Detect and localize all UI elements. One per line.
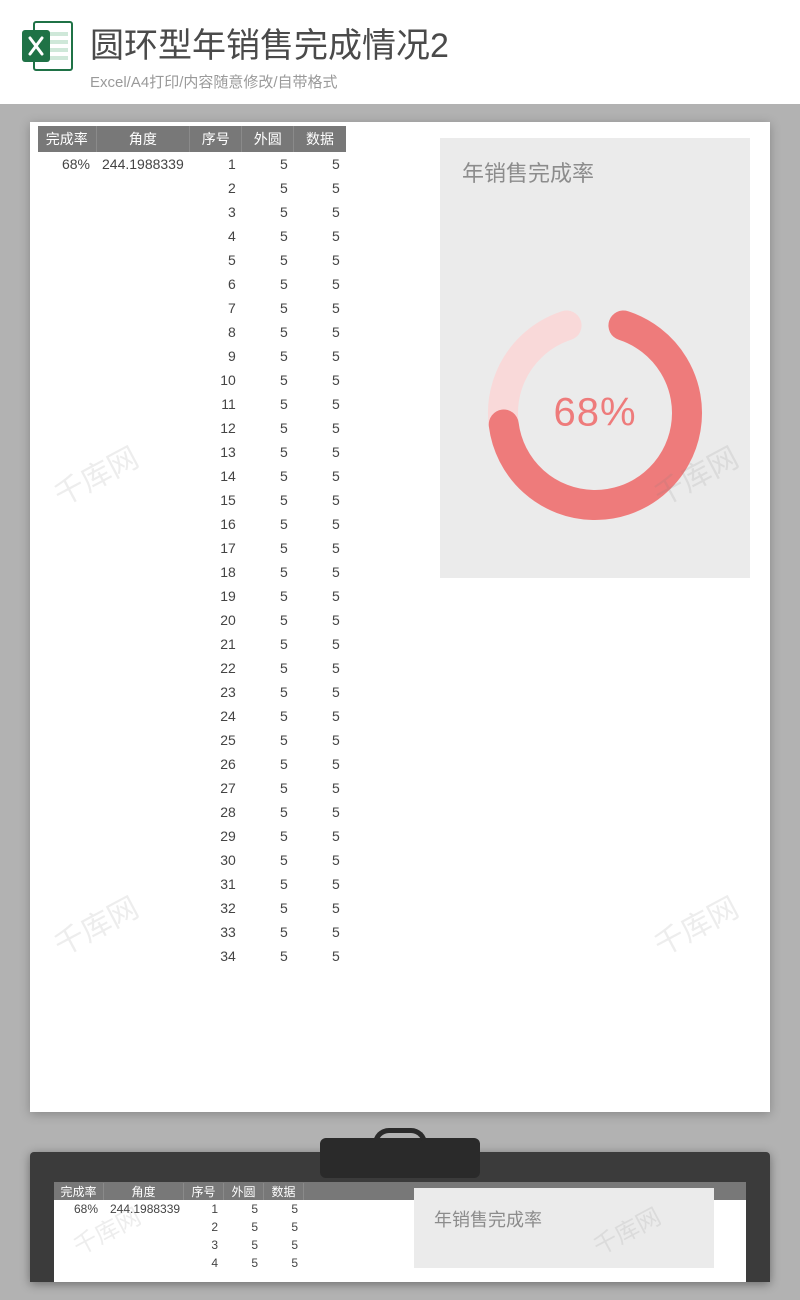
thumbnail-chart-title: 年销售完成率 bbox=[434, 1206, 542, 1232]
col-header: 数据 bbox=[294, 126, 346, 152]
table-row: 1555 bbox=[38, 488, 346, 512]
table-row: 855 bbox=[38, 320, 346, 344]
page-subtitle: Excel/A4打印/内容随意修改/自带格式 bbox=[90, 71, 780, 92]
table-row: 2755 bbox=[38, 776, 346, 800]
donut-center-label: 68% bbox=[553, 391, 636, 436]
col-header: 序号 bbox=[190, 126, 242, 152]
clipboard-thumbnail: 完成率 角度 序号 外圆 数据 68%244.19883391552553554… bbox=[30, 1152, 770, 1282]
table-row: 3155 bbox=[38, 872, 346, 896]
table-row: 1855 bbox=[38, 560, 346, 584]
table-row: 655 bbox=[38, 272, 346, 296]
table-row: 1455 bbox=[38, 464, 346, 488]
excel-file-icon bbox=[20, 18, 76, 74]
table-row: 3255 bbox=[38, 896, 346, 920]
col-header: 角度 bbox=[104, 1183, 184, 1200]
document-preview: 完成率 角度 序号 外圆 数据 68%244.19883391552553554… bbox=[30, 122, 770, 1112]
col-header: 角度 bbox=[96, 126, 190, 152]
page-title: 圆环型年销售完成情况2 bbox=[90, 18, 780, 67]
table-header-row: 完成率 角度 序号 外圆 数据 bbox=[38, 126, 346, 152]
table-row: 1955 bbox=[38, 584, 346, 608]
col-header: 完成率 bbox=[38, 126, 96, 152]
table-row: 955 bbox=[38, 344, 346, 368]
table-row: 2255 bbox=[38, 656, 346, 680]
col-header: 外圆 bbox=[242, 126, 294, 152]
table-row: 1155 bbox=[38, 392, 346, 416]
table-row: 455 bbox=[38, 224, 346, 248]
table-row: 255 bbox=[38, 176, 346, 200]
col-header: 外圆 bbox=[224, 1183, 264, 1200]
watermark: 千库网 bbox=[645, 883, 745, 964]
table-row: 2055 bbox=[38, 608, 346, 632]
data-table: 完成率 角度 序号 外圆 数据 68%244.19883391552553554… bbox=[38, 126, 346, 968]
donut-chart: 68% bbox=[475, 293, 715, 533]
header-text-block: 圆环型年销售完成情况2 Excel/A4打印/内容随意修改/自带格式 bbox=[90, 18, 780, 92]
table-row: 2655 bbox=[38, 752, 346, 776]
table-row: 2455 bbox=[38, 704, 346, 728]
table-row: 1355 bbox=[38, 440, 346, 464]
table-row: 555 bbox=[38, 248, 346, 272]
table-body: 68%244.198833915525535545555565575585595… bbox=[38, 152, 346, 968]
table-row: 2155 bbox=[38, 632, 346, 656]
table-row: 68%244.1988339155 bbox=[38, 152, 346, 176]
header-bar: 圆环型年销售完成情况2 Excel/A4打印/内容随意修改/自带格式 bbox=[0, 0, 800, 104]
col-header: 数据 bbox=[264, 1183, 304, 1200]
table-row: 1755 bbox=[38, 536, 346, 560]
table-row: 3455 bbox=[38, 944, 346, 968]
table-row: 355 bbox=[38, 200, 346, 224]
col-header: 序号 bbox=[184, 1183, 224, 1200]
table-row: 1255 bbox=[38, 416, 346, 440]
thumbnail-inner: 完成率 角度 序号 外圆 数据 68%244.19883391552553554… bbox=[54, 1182, 746, 1282]
data-table-wrap: 完成率 角度 序号 外圆 数据 68%244.19883391552553554… bbox=[38, 126, 346, 968]
table-row: 1055 bbox=[38, 368, 346, 392]
col-header: 完成率 bbox=[54, 1183, 104, 1200]
table-row: 1655 bbox=[38, 512, 346, 536]
table-row: 2955 bbox=[38, 824, 346, 848]
clipboard-clip-icon bbox=[320, 1138, 480, 1178]
table-row: 2555 bbox=[38, 728, 346, 752]
table-row: 2355 bbox=[38, 680, 346, 704]
donut-chart-card: 年销售完成率 68% bbox=[440, 138, 750, 578]
table-row: 3355 bbox=[38, 920, 346, 944]
chart-title: 年销售完成率 bbox=[440, 138, 750, 188]
table-row: 3055 bbox=[38, 848, 346, 872]
table-row: 2855 bbox=[38, 800, 346, 824]
table-row: 755 bbox=[38, 296, 346, 320]
